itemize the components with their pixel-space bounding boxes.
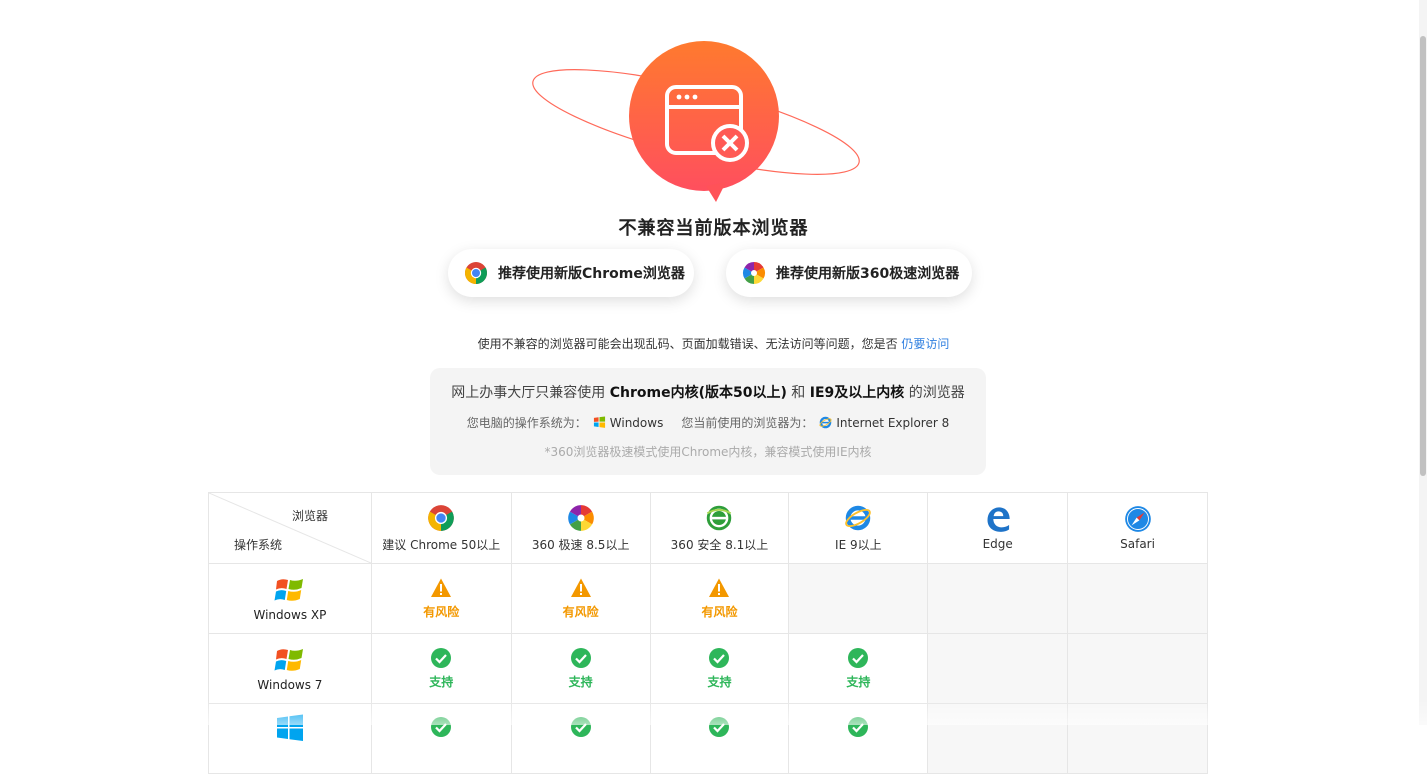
col-edge-label: Edge bbox=[982, 537, 1013, 551]
360-speed-icon bbox=[567, 504, 594, 531]
col-safari: Safari bbox=[1067, 492, 1208, 564]
browser-value: Internet Explorer 8 bbox=[836, 415, 950, 430]
page-scrollbar[interactable] bbox=[1419, 0, 1427, 725]
bottom-fade bbox=[0, 700, 1427, 725]
col-360-speed: 360 极速 8.5以上 bbox=[510, 492, 651, 564]
os-value: Windows bbox=[609, 415, 664, 430]
notice-text: 使用不兼容的浏览器可能会出现乱码、页面加载错误、无法访问等问题，您是否 bbox=[477, 337, 898, 351]
os-name: Windows 7 bbox=[257, 677, 323, 692]
status-cell: 有风险 bbox=[510, 563, 651, 634]
os-name: Windows XP bbox=[253, 607, 327, 622]
os-cell: Windows XP bbox=[208, 563, 372, 634]
ie-icon bbox=[845, 505, 872, 530]
os-label: 您电脑的操作系统为： bbox=[466, 416, 587, 430]
col-360-safe-label: 360 安全 8.1以上 bbox=[670, 537, 769, 552]
status-risk: 有风险 bbox=[562, 605, 599, 619]
status-cell: 支持 bbox=[649, 633, 790, 704]
chrome-icon bbox=[465, 262, 487, 284]
status-cell-empty bbox=[927, 563, 1069, 634]
compatibility-table: 浏览器 操作系统 建议 Chrome 50以上 360 极速 8.5以上 360… bbox=[208, 492, 1208, 774]
check-circle-icon bbox=[570, 648, 591, 668]
status-risk: 有风险 bbox=[701, 605, 738, 619]
compat-chrome: Chrome内核(版本50以上) bbox=[609, 385, 787, 401]
status-cell-empty bbox=[927, 633, 1069, 704]
recommend-360-button[interactable]: 推荐使用新版360极速浏览器 bbox=[726, 249, 972, 297]
footnote: *360浏览器极速模式使用Chrome内核，兼容模式使用IE内核 bbox=[544, 445, 872, 459]
status-cell-empty bbox=[1067, 563, 1208, 634]
detected-env: 您电脑的操作系统为： Windows 您当前使用的浏览器为： Internet … bbox=[430, 414, 986, 431]
page-title: 不兼容当前版本浏览器 bbox=[618, 218, 809, 239]
status-ok: 支持 bbox=[846, 675, 871, 689]
windows-xp-icon bbox=[274, 578, 303, 601]
360-safe-icon bbox=[707, 505, 732, 530]
col-edge: Edge bbox=[927, 492, 1069, 564]
status-cell-empty bbox=[1067, 633, 1208, 704]
warning-icon bbox=[709, 578, 730, 597]
chrome-icon bbox=[428, 504, 455, 531]
col-360-safe: 360 安全 8.1以上 bbox=[649, 492, 790, 564]
status-cell: 支持 bbox=[788, 633, 929, 704]
edge-icon bbox=[987, 507, 1010, 532]
safari-icon bbox=[1124, 506, 1151, 532]
recommend-chrome-label: 推荐使用新版Chrome浏览器 bbox=[498, 266, 685, 282]
status-cell: 有风险 bbox=[649, 563, 790, 634]
compat-mid: 和 bbox=[786, 385, 810, 401]
warning-icon bbox=[431, 578, 452, 597]
check-circle-icon bbox=[848, 648, 869, 668]
incompatible-browser-illustration-icon bbox=[532, 41, 860, 202]
col-ie-label: IE 9以上 bbox=[835, 537, 882, 552]
col-chrome-label: 建议 Chrome 50以上 bbox=[382, 537, 501, 552]
compatibility-info-box: 网上办事大厅只兼容使用 Chrome内核(版本50以上) 和 IE9及以上内核 … bbox=[430, 368, 986, 475]
status-cell: 支持 bbox=[510, 633, 651, 704]
360-speed-icon bbox=[743, 262, 765, 284]
corner-browser-label: 浏览器 bbox=[292, 509, 329, 523]
compat-requirement: 网上办事大厅只兼容使用 Chrome内核(版本50以上) 和 IE9及以上内核 … bbox=[430, 382, 986, 402]
status-cell: 支持 bbox=[370, 633, 512, 704]
table-row: Windows XP 有风险 有风险 有风险 bbox=[208, 563, 1208, 634]
compat-ie: IE9及以上内核 bbox=[809, 385, 905, 401]
compatibility-notice: 使用不兼容的浏览器可能会出现乱码、页面加载错误、无法访问等问题，您是否 仍要访问 bbox=[0, 335, 1427, 352]
recommend-360-label: 推荐使用新版360极速浏览器 bbox=[776, 266, 960, 282]
windows-7-icon bbox=[274, 648, 303, 671]
scrollbar-thumb[interactable] bbox=[1420, 36, 1426, 476]
status-cell-empty bbox=[788, 563, 929, 634]
ie-icon bbox=[819, 416, 832, 429]
status-ok: 支持 bbox=[707, 675, 732, 689]
status-ok: 支持 bbox=[568, 675, 593, 689]
col-360-speed-label: 360 极速 8.5以上 bbox=[531, 537, 630, 552]
col-ie: IE 9以上 bbox=[788, 492, 929, 564]
browser-label: 您当前使用的浏览器为： bbox=[681, 416, 814, 430]
check-circle-icon bbox=[709, 648, 730, 668]
table-row: Windows 7 支持 支持 支持 支持 bbox=[208, 633, 1208, 704]
os-cell: Windows 7 bbox=[208, 633, 372, 704]
col-safari-label: Safari bbox=[1120, 537, 1155, 551]
compat-pre: 网上办事大厅只兼容使用 bbox=[451, 385, 610, 401]
col-chrome: 建议 Chrome 50以上 bbox=[370, 492, 512, 564]
corner-os-label: 操作系统 bbox=[234, 538, 283, 552]
status-cell: 有风险 bbox=[370, 563, 512, 634]
table-corner: 浏览器 操作系统 bbox=[208, 492, 372, 564]
compat-post: 的浏览器 bbox=[904, 385, 965, 401]
check-circle-icon bbox=[431, 648, 452, 668]
windows-xp-icon bbox=[593, 416, 605, 428]
recommend-chrome-button[interactable]: 推荐使用新版Chrome浏览器 bbox=[448, 249, 694, 297]
warning-icon bbox=[570, 578, 591, 597]
status-risk: 有风险 bbox=[423, 605, 460, 619]
status-ok: 支持 bbox=[429, 675, 454, 689]
continue-visit-link[interactable]: 仍要访问 bbox=[901, 337, 949, 351]
